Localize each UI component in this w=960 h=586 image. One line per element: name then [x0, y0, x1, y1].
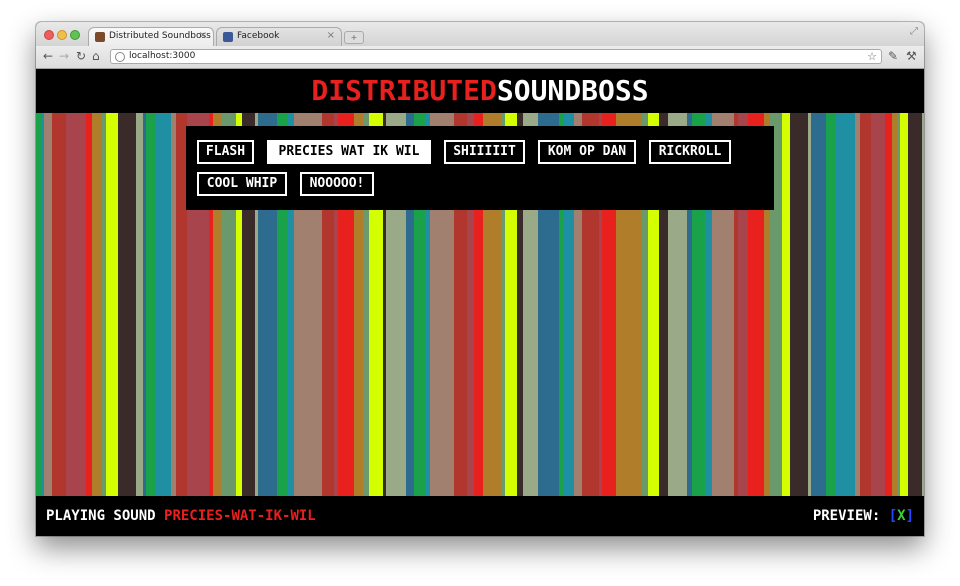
stripe: [855, 113, 860, 496]
stripe: [811, 113, 826, 496]
stripe: [106, 113, 118, 496]
tab-title: Facebook: [237, 31, 280, 41]
stripe: [835, 113, 855, 496]
stripe: [808, 113, 811, 496]
app-title: DISTRIBUTEDSOUNDBOSS: [36, 69, 924, 113]
playing-label: PLAYING SOUND: [46, 508, 156, 524]
browser-window: Distributed Soundboss × Facebook × + ⤢ ←…: [36, 22, 924, 536]
stripe: [41, 113, 44, 496]
sound-panel: FLASH PRECIES WAT IK WIL SHIIIIIT KOM OP…: [186, 126, 774, 210]
stripe: [136, 113, 143, 496]
stripe: [146, 113, 155, 496]
stripe: [102, 113, 106, 496]
close-tab-icon[interactable]: ×: [199, 30, 207, 41]
new-tab-button[interactable]: +: [344, 31, 364, 44]
fullscreen-icon[interactable]: ⤢: [910, 26, 918, 37]
sound-button-cool-whip[interactable]: COOL WHIP: [197, 172, 287, 196]
stripe: [871, 113, 885, 496]
zoom-window-button[interactable]: [70, 30, 80, 40]
page-icon: [115, 52, 125, 62]
back-button[interactable]: ←: [43, 49, 53, 63]
stripe: [790, 113, 808, 496]
tab-title: Distributed Soundboss: [109, 31, 211, 41]
stripe: [92, 113, 102, 496]
minimize-window-button[interactable]: [57, 30, 67, 40]
stripe: [36, 113, 41, 496]
preview-bracket-close: ]: [905, 508, 914, 524]
stripe: [118, 113, 136, 496]
stripe: [782, 113, 790, 496]
eyedropper-icon[interactable]: ✎: [888, 49, 898, 63]
preview-label: PREVIEW:: [812, 508, 881, 524]
stripe: [897, 113, 900, 496]
stripe: [52, 113, 66, 496]
soundboss-favicon-icon: [95, 32, 105, 42]
stripe: [922, 113, 924, 496]
stripe: [885, 113, 892, 496]
tab-distributed-soundboss[interactable]: Distributed Soundboss ×: [88, 27, 214, 46]
sound-button-kom-op-dan[interactable]: KOM OP DAN: [538, 140, 636, 164]
stripe: [892, 113, 897, 496]
stripe: [908, 113, 922, 496]
preview-control: PREVIEW: [X]: [813, 496, 914, 536]
title-bar: Distributed Soundboss × Facebook × + ⤢: [36, 22, 924, 46]
url-text: localhost:3000: [129, 51, 196, 61]
preview-close-toggle[interactable]: X: [897, 508, 905, 524]
stripe: [900, 113, 908, 496]
stripe: [171, 113, 176, 496]
status-bar: PLAYING SOUND PRECIES-WAT-IK-WIL PREVIEW…: [36, 496, 924, 536]
browser-toolbar: ← → ↻ ⌂ localhost:3000 ☆ ✎ ⚒: [36, 46, 924, 69]
tab-facebook[interactable]: Facebook ×: [216, 27, 342, 46]
title-distributed: DISTRIBUTED: [311, 74, 497, 107]
forward-button[interactable]: →: [59, 49, 69, 63]
stripe: [66, 113, 86, 496]
sound-button-precies-wat-ik-wil[interactable]: PRECIES WAT IK WIL: [267, 140, 431, 164]
stripe: [143, 113, 146, 496]
reload-button[interactable]: ↻: [76, 49, 86, 63]
current-sound-name: PRECIES-WAT-IK-WIL: [164, 508, 316, 524]
playing-status: PLAYING SOUND PRECIES-WAT-IK-WIL: [46, 496, 316, 536]
bookmark-star-icon[interactable]: ☆: [867, 50, 877, 63]
sound-button-shiiiiit[interactable]: SHIIIIIT: [444, 140, 525, 164]
stripe: [86, 113, 92, 496]
address-bar[interactable]: localhost:3000 ☆: [110, 49, 882, 64]
facebook-favicon-icon: [223, 32, 233, 42]
title-soundboss: SOUNDBOSS: [496, 74, 649, 107]
close-tab-icon[interactable]: ×: [327, 30, 335, 41]
preview-bracket-open: [: [888, 508, 898, 524]
stripe: [44, 113, 52, 496]
stripe: [826, 113, 835, 496]
sound-button-rickroll[interactable]: RICKROLL: [649, 140, 731, 164]
sound-button-flash[interactable]: FLASH: [197, 140, 254, 164]
close-window-button[interactable]: [44, 30, 54, 40]
stripe: [860, 113, 871, 496]
home-button[interactable]: ⌂: [92, 49, 100, 63]
sound-button-nooooo[interactable]: NOOOOO!: [300, 172, 374, 196]
wrench-icon[interactable]: ⚒: [906, 49, 917, 63]
stripe: [155, 113, 171, 496]
